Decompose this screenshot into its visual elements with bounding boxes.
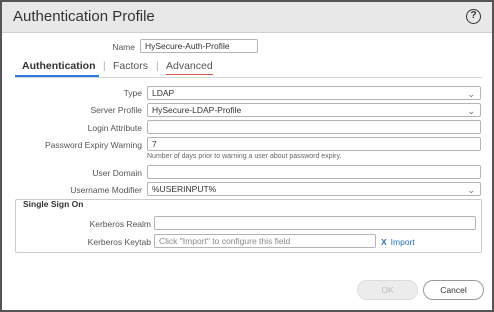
active-tab-indicator [15,75,99,77]
name-value: HySecure-Auth-Profile [145,41,230,51]
server-profile-value: HySecure-LDAP-Profile [152,105,242,115]
import-label: Import [390,237,415,247]
tab-advanced-underline [166,74,213,75]
kerberos-realm-field[interactable] [154,216,476,230]
dialog-title: Authentication Profile [13,8,155,25]
kerberos-keytab-label: Kerberos Keytab [87,237,151,247]
user-domain-label: User Domain [92,168,142,178]
kerberos-realm-label: Kerberos Realm [89,219,151,229]
tab-bar-divider [15,77,482,78]
type-value: LDAP [152,88,175,98]
password-expiry-value: 7 [152,139,157,149]
login-attribute-field[interactable] [147,120,481,134]
chevron-down-icon: ⌄ [467,106,475,116]
server-profile-label: Server Profile [90,105,143,115]
password-expiry-field[interactable]: 7 [147,137,481,151]
tab-factors[interactable]: Factors [113,60,148,72]
type-select[interactable]: LDAP ⌄ [147,86,481,100]
name-label: Name [112,42,135,52]
help-icon[interactable]: ? [466,9,481,24]
login-attribute-label: Login Attribute [87,123,142,133]
dialog-header: Authentication Profile ? [2,2,492,33]
kerberos-keytab-field[interactable]: Click "Import" to configure this field [154,234,376,248]
x-icon: X [381,237,387,247]
username-modifier-value: %USERINPUT% [152,184,217,194]
server-profile-select[interactable]: HySecure-LDAP-Profile ⌄ [147,103,481,117]
tab-separator: | [156,61,159,72]
single-sign-on-title: Single Sign On [23,199,84,209]
chevron-down-icon: ⌄ [467,185,475,195]
tab-advanced[interactable]: Advanced [166,60,213,72]
password-expiry-label: Password Expiry Warning [45,140,142,150]
user-domain-field[interactable] [147,165,481,179]
kerberos-keytab-placeholder: Click "Import" to configure this field [159,236,291,246]
authentication-profile-dialog: Authentication Profile ? Name HySecure-A… [0,0,494,312]
import-button[interactable]: X Import [381,237,415,247]
tab-authentication[interactable]: Authentication [22,60,96,72]
name-field[interactable]: HySecure-Auth-Profile [140,39,258,53]
type-label: Type [123,88,142,98]
cancel-button[interactable]: Cancel [423,280,484,300]
chevron-down-icon: ⌄ [467,89,475,99]
username-modifier-select[interactable]: %USERINPUT% ⌄ [147,182,481,196]
password-expiry-hint: Number of days prior to warning a user a… [147,153,342,160]
ok-button[interactable]: OK [357,280,418,300]
tab-separator: | [103,61,106,72]
username-modifier-label: Username Modifier [70,185,142,195]
